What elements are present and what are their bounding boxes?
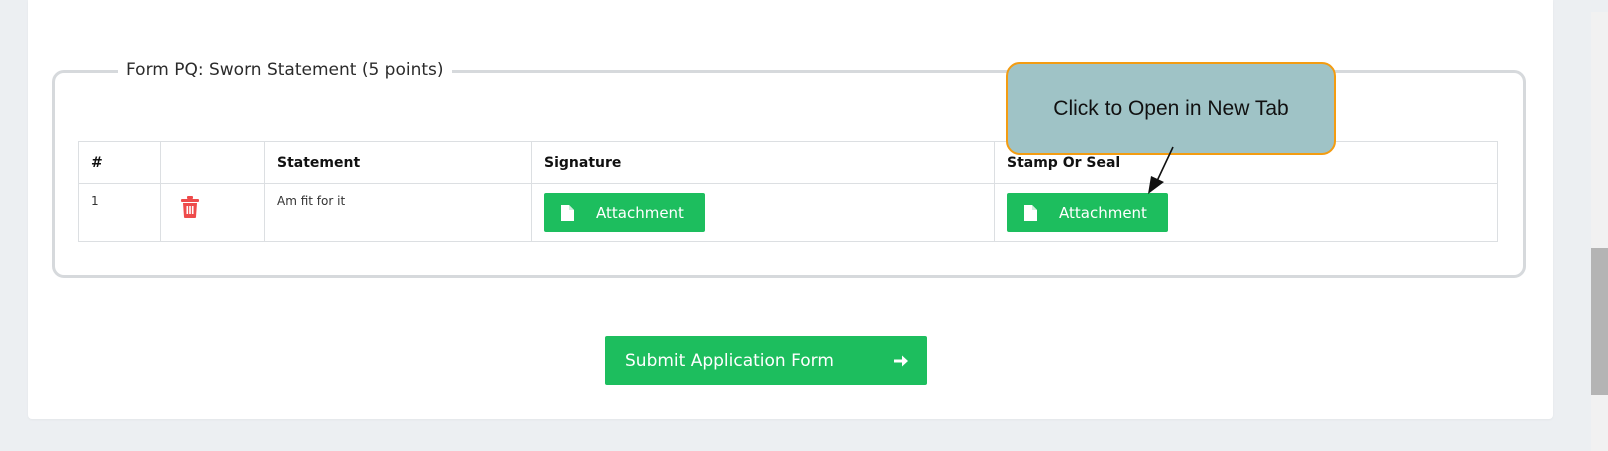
signature-attachment-label: Attachment <box>596 203 684 222</box>
submit-application-button[interactable]: Submit Application Form <box>605 336 927 385</box>
fieldset-legend: Form PQ: Sworn Statement (5 points) <box>118 60 452 80</box>
row-seal-cell: Attachment <box>994 183 1498 242</box>
header-actions <box>160 141 265 184</box>
annotation-callout: Click to Open in New Tab <box>1006 62 1336 155</box>
file-icon <box>1024 204 1037 221</box>
file-icon <box>561 204 574 221</box>
header-number: # <box>78 141 161 184</box>
row-signature-cell: Attachment <box>531 183 995 242</box>
submit-label: Submit Application Form <box>625 350 834 371</box>
table-row: 1 Am fit for it Attachment Attachment <box>78 183 1498 242</box>
trash-icon[interactable] <box>181 196 199 221</box>
header-statement: Statement <box>264 141 532 184</box>
seal-attachment-label: Attachment <box>1059 203 1147 222</box>
header-signature: Signature <box>531 141 995 184</box>
row-actions-cell <box>160 183 265 242</box>
arrow-right-icon <box>894 355 908 366</box>
callout-arrow <box>1148 146 1174 194</box>
row-statement: Am fit for it <box>264 183 532 242</box>
scrollbar-thumb[interactable] <box>1591 248 1608 395</box>
callout-text: Click to Open in New Tab <box>1053 96 1289 120</box>
sworn-statement-table: # Statement Signature Stamp Or Seal 1 Am… <box>78 141 1498 242</box>
row-number: 1 <box>78 183 161 242</box>
signature-attachment-button[interactable]: Attachment <box>544 193 705 232</box>
seal-attachment-button[interactable]: Attachment <box>1007 193 1168 232</box>
